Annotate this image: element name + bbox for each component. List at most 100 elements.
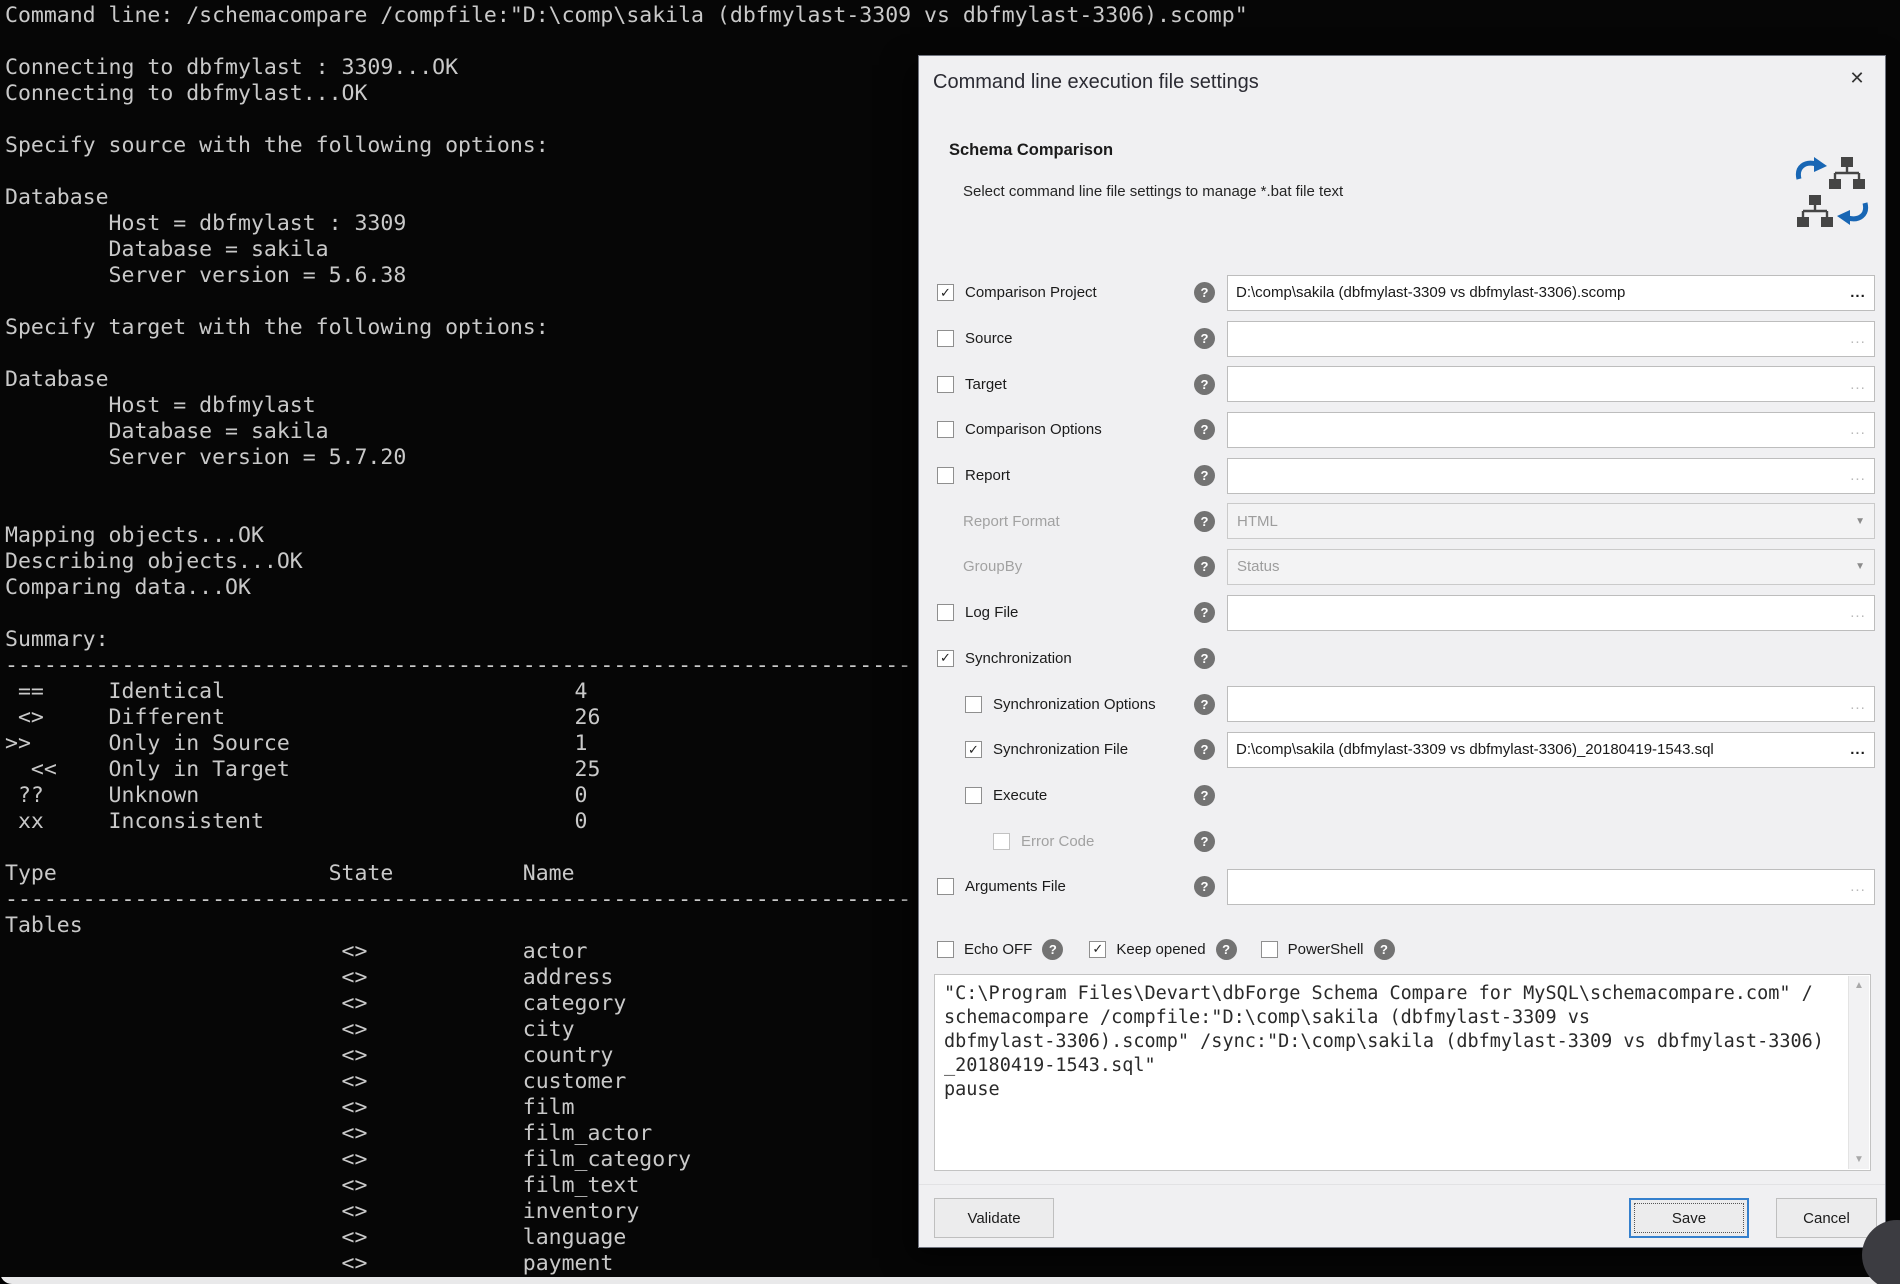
help-icon[interactable]: ? [1194,511,1215,532]
comparison-options-field: ... [1227,412,1875,448]
row-execute: Execute ? [937,773,1875,819]
chevron-down-icon: ▼ [1855,516,1865,527]
help-icon[interactable]: ? [1216,939,1237,960]
source-input[interactable] [1228,330,1842,347]
scroll-up-icon[interactable]: ▲ [1854,976,1864,995]
report-input[interactable] [1228,467,1842,484]
report-format-select[interactable]: HTML ▼ [1227,503,1875,539]
row-target: Target ? ... [937,361,1875,407]
powershell-checkbox[interactable] [1261,941,1278,958]
row-report: Report ? ... [937,453,1875,499]
cancel-button[interactable]: Cancel [1776,1198,1877,1238]
browse-button[interactable]: ... [1842,878,1874,895]
groupby-select[interactable]: Status ▼ [1227,549,1875,585]
arguments-file-checkbox[interactable] [937,878,954,895]
schema-comparison-icon [1795,149,1869,233]
row-report-format: Report Format ? HTML ▼ [937,498,1875,544]
scroll-down-icon[interactable]: ▼ [1854,1150,1864,1169]
app-window: Command line: /schemacompare /compfile:"… [0,0,1900,1284]
report-checkbox[interactable] [937,467,954,484]
report-label: Report [965,467,1010,484]
echo-off-checkbox[interactable] [937,941,954,958]
synchronization-options-label: Synchronization Options [993,696,1156,713]
synchronization-file-input[interactable] [1228,741,1842,758]
validate-button[interactable]: Validate [934,1198,1054,1238]
target-field: ... [1227,366,1875,402]
check-icon: ✓ [1092,941,1103,957]
browse-button[interactable]: ... [1842,376,1874,393]
synchronization-file-field: ... [1227,732,1875,768]
dialog-title: Command line execution file settings [933,71,1259,94]
source-checkbox[interactable] [937,330,954,347]
synchronization-options-field: ... [1227,686,1875,722]
save-button[interactable]: Save [1629,1198,1749,1238]
help-icon[interactable]: ? [1194,694,1215,715]
arguments-file-input[interactable] [1228,878,1842,895]
help-icon[interactable]: ? [1194,739,1215,760]
synchronization-file-checkbox[interactable]: ✓ [965,741,982,758]
help-icon[interactable]: ? [1194,831,1215,852]
report-format-label: Report Format [963,513,1060,530]
row-log-file: Log File ? ... [937,590,1875,636]
browse-button[interactable]: ... [1842,604,1874,621]
synchronization-options-input[interactable] [1228,696,1842,713]
comparison-options-checkbox[interactable] [937,421,954,438]
report-format-value: HTML [1228,513,1855,530]
row-synchronization-options: Synchronization Options ? ... [937,681,1875,727]
window-bottom-edge [0,1277,1900,1284]
help-icon[interactable]: ? [1194,282,1215,303]
powershell-label: PowerShell [1288,941,1364,958]
section-subtitle: Select command line file settings to man… [963,183,1343,200]
help-icon[interactable]: ? [1194,876,1215,897]
browse-button[interactable]: ... [1842,284,1874,301]
target-input[interactable] [1228,376,1842,393]
log-file-checkbox[interactable] [937,604,954,621]
close-icon[interactable]: ✕ [1843,64,1871,92]
browse-button[interactable]: ... [1842,330,1874,347]
help-icon[interactable]: ? [1194,465,1215,486]
help-icon[interactable]: ? [1194,374,1215,395]
synchronization-options-checkbox[interactable] [965,696,982,713]
error-code-label: Error Code [1021,833,1094,850]
help-icon[interactable]: ? [1194,648,1215,669]
source-field: ... [1227,321,1875,357]
log-file-input[interactable] [1228,604,1842,621]
help-icon[interactable]: ? [1194,602,1215,623]
row-error-code: Error Code ? [937,818,1875,864]
bat-file-text[interactable]: "C:\Program Files\Devart\dbForge Schema … [935,975,1846,1170]
groupby-value: Status [1228,558,1855,575]
comparison-project-checkbox[interactable]: ✓ [937,284,954,301]
arguments-file-field: ... [1227,869,1875,905]
bat-file-text-box[interactable]: "C:\Program Files\Devart\dbForge Schema … [934,974,1871,1171]
browse-button[interactable]: ... [1842,421,1874,438]
synchronization-checkbox[interactable]: ✓ [937,650,954,667]
help-icon[interactable]: ? [1194,328,1215,349]
synchronization-file-label: Synchronization File [993,741,1128,758]
help-icon[interactable]: ? [1194,556,1215,577]
comparison-project-input[interactable] [1228,284,1842,301]
browse-button[interactable]: ... [1842,696,1874,713]
target-checkbox[interactable] [937,376,954,393]
check-icon: ✓ [968,742,979,758]
log-file-label: Log File [965,604,1018,621]
scrollbar[interactable]: ▲ ▼ [1848,976,1869,1169]
command-line-settings-dialog: Command line execution file settings ✕ S… [918,55,1886,1248]
comparison-options-input[interactable] [1228,421,1842,438]
groupby-label: GroupBy [963,558,1022,575]
browse-button[interactable]: ... [1842,741,1874,758]
browse-button[interactable]: ... [1842,467,1874,484]
execute-checkbox[interactable] [965,787,982,804]
comparison-project-label: Comparison Project [965,284,1097,301]
error-code-checkbox [993,833,1010,850]
keep-opened-checkbox[interactable]: ✓ [1089,941,1106,958]
option-rows: ✓ Comparison Project ? ... Source ? ... [937,270,1875,910]
flags-row: Echo OFF ? ✓ Keep opened ? PowerShell ? [937,931,1875,967]
help-icon[interactable]: ? [1374,939,1395,960]
help-icon[interactable]: ? [1042,939,1063,960]
help-icon[interactable]: ? [1194,419,1215,440]
help-icon[interactable]: ? [1194,785,1215,806]
check-icon: ✓ [940,650,951,666]
row-synchronization: ✓ Synchronization ? [937,636,1875,682]
comparison-project-field: ... [1227,275,1875,311]
row-arguments-file: Arguments File ? ... [937,864,1875,910]
